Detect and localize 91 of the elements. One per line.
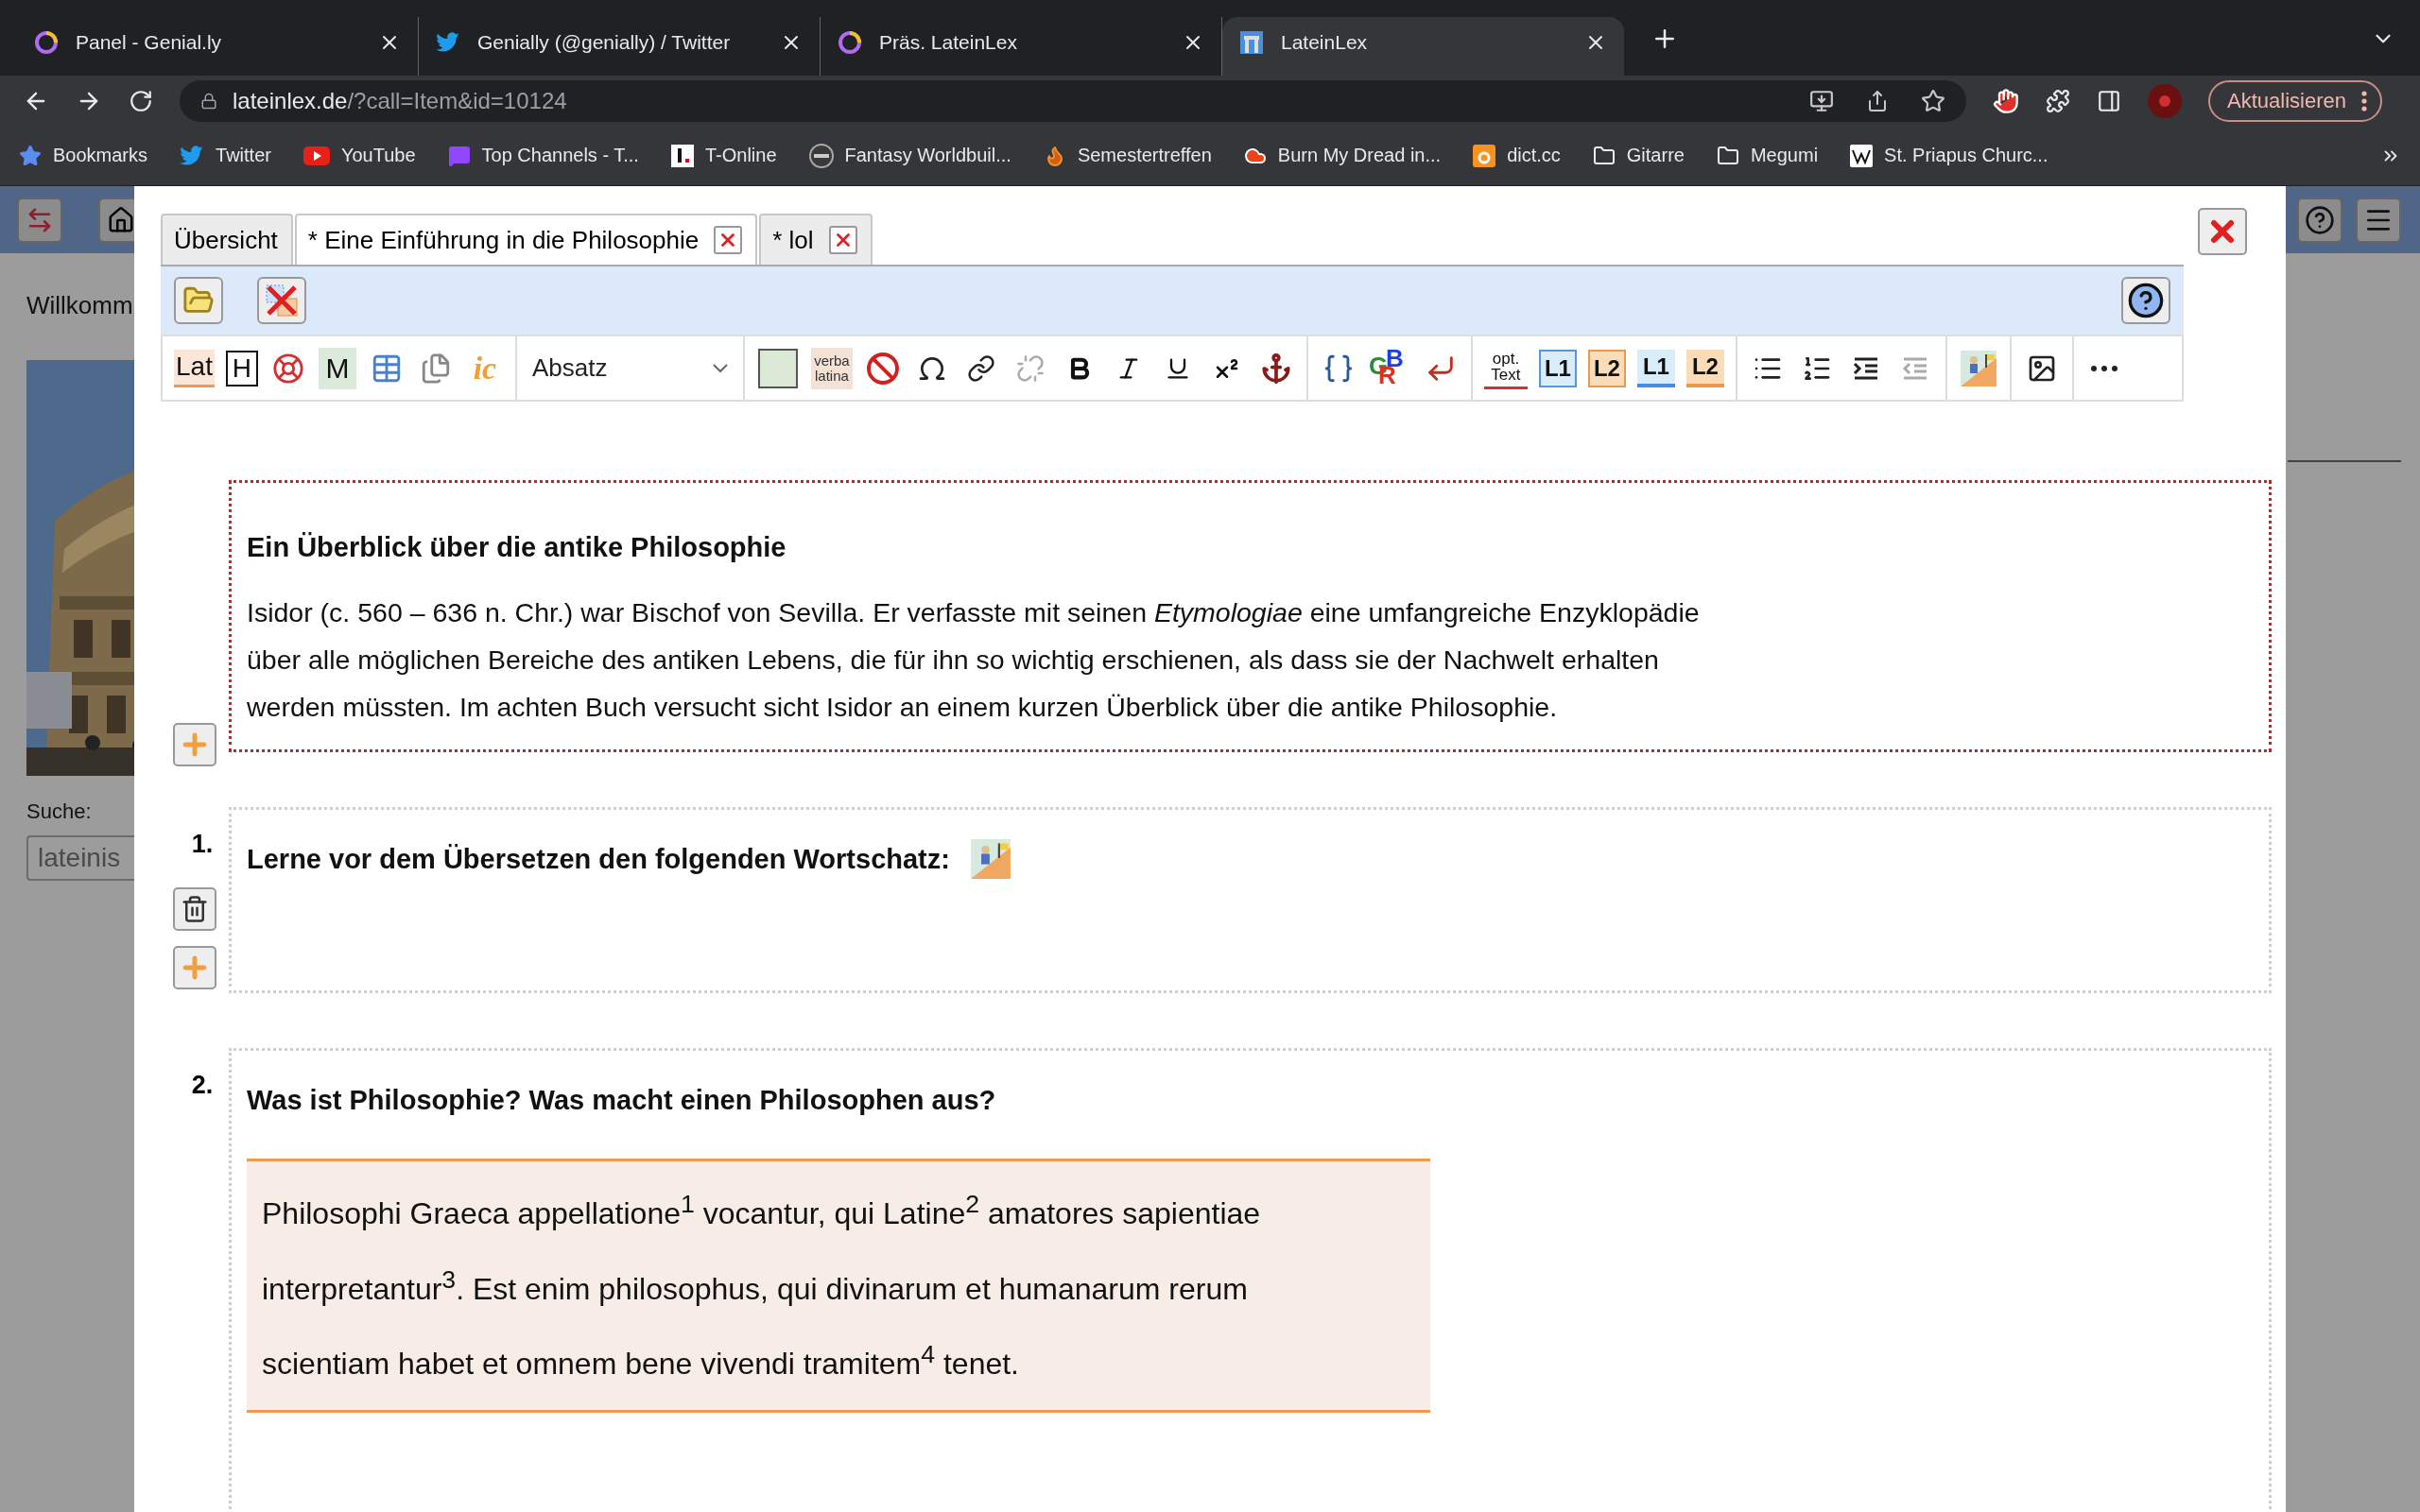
section-title: Ein Überblick über die antike Philosophie [247, 531, 786, 563]
climber-icon [1960, 350, 1996, 387]
trash-icon [181, 895, 209, 923]
bookmark[interactable]: Fantasy Worldbuil... [808, 143, 1011, 168]
close-button[interactable] [2198, 208, 2247, 255]
ring-icon [34, 30, 59, 55]
task-title: Lerne vor dem Übersetzen den folgenden Wortschatz: [247, 843, 950, 875]
verba-latina-button[interactable]: verba latina [810, 347, 853, 389]
address-field[interactable]: lateinlex.de/?call=Item&id=10124 [180, 79, 1966, 122]
site-icon [1239, 30, 1264, 55]
color-button[interactable] [755, 347, 800, 389]
more-icon [2360, 90, 2367, 112]
reload-icon[interactable] [129, 88, 153, 113]
bookmark[interactable]: YouTube [302, 145, 416, 166]
bookmark[interactable]: dict.cc [1473, 144, 1561, 167]
level-button[interactable]: L2 [1587, 349, 1626, 387]
climber-icon[interactable] [970, 839, 1011, 879]
editor-tab[interactable]: * lol [759, 214, 873, 265]
lat-button[interactable]: Lat [174, 349, 215, 387]
bookmark[interactable]: Top Channels - T... [447, 144, 639, 167]
tab-title: Genially (@genially) / Twitter [477, 31, 732, 54]
color-swatch [757, 348, 798, 388]
editor-tab[interactable]: * Eine Einführung in die Philosophie [294, 214, 758, 265]
task-title: Was ist Philosophie? Was macht einen Philosophen aus? [247, 1084, 996, 1116]
house-icon [107, 205, 135, 234]
lock-icon [200, 92, 217, 110]
crossed-out-icon [263, 282, 301, 319]
help-button[interactable] [2297, 197, 2342, 243]
task-number: 1. [191, 830, 214, 859]
ring-icon [838, 30, 862, 55]
anchor-icon [1259, 352, 1292, 385]
lifebuoy-icon [271, 352, 304, 385]
welcome-heading: Willkomm [26, 291, 133, 320]
bookmark[interactable]: St. Priapus Churc... [1850, 144, 2048, 167]
close-tab-icon[interactable] [714, 226, 743, 254]
task-number: 2. [191, 1071, 214, 1100]
badge-icon [808, 143, 834, 168]
ellipsis-icon [2090, 365, 2118, 371]
unlink-icon [1015, 353, 1045, 383]
help-icon [2127, 282, 2165, 319]
square-icon [670, 144, 694, 167]
star-icon[interactable] [1921, 88, 1945, 113]
bookmark[interactable]: Bookmarks [19, 144, 148, 167]
level-button[interactable]: L1 [1538, 349, 1577, 387]
swap-button[interactable] [17, 197, 62, 243]
link-icon [966, 353, 995, 383]
hand-icon[interactable] [1993, 87, 2019, 114]
bird-icon [436, 32, 460, 53]
bookmark[interactable]: Gitarre [1592, 144, 1685, 167]
optional-text-button[interactable]: opt. Text [1483, 347, 1528, 389]
share-icon[interactable] [1866, 89, 1889, 112]
chat-icon [447, 144, 471, 167]
bookmark[interactable]: Twitter [180, 145, 271, 166]
menu-button[interactable] [2356, 197, 2401, 243]
chevron-icon [712, 363, 728, 373]
remove-button[interactable] [257, 277, 306, 324]
open-button[interactable] [174, 277, 223, 324]
delete-button[interactable] [173, 887, 216, 931]
editor-tab[interactable]: Übersicht [161, 214, 293, 265]
browser-tab[interactable]: LateinLex [1222, 17, 1624, 76]
wiki-icon [1850, 144, 1874, 167]
heading-button[interactable]: H [225, 350, 258, 387]
star-icon [19, 144, 42, 167]
section-paragraph: Isidor (c. 560 – 636 n. Chr.) war Bischof von Sevilla. Er verfasste mit seinen Etymologiae eine umfangreiche Enzyklopädie über alle möglichen Bereiche des antiken Lebens, die für ihn so wichtig erschienen, als dass sie der Nachwelt erhalten werden müssten. Im achten Buch versucht sicht Isidor an einem kurzen Überblick über die antike Philosophie. [247, 596, 1701, 724]
folder-icon [1592, 144, 1616, 167]
bookmark[interactable]: Megumi [1716, 144, 1819, 167]
folder-icon [1716, 144, 1739, 167]
help-button[interactable] [2121, 277, 2170, 324]
bookmark[interactable]: Burn My Dread in... [1243, 144, 1442, 167]
search-label: Suche: [26, 799, 92, 824]
avatar-icon[interactable] [2148, 83, 2182, 118]
tile-icon [1473, 144, 1496, 167]
help-icon [2305, 204, 2335, 235]
tab-title: LateinLex [1281, 31, 1369, 54]
m-button[interactable]: M [318, 347, 356, 389]
close-tab-icon[interactable] [828, 226, 857, 254]
latin-text: Philosophi Graeca appellatione$^{1}$ vocantur, qui Latine$^{2}$ amatores sapientiae interpretantur$^{3}$. Est enim philosophus, qui divinarum et humanarum rerum scientiam habet et omnem bene vivendi tramitem$^{4}$ tenet. [262, 1189, 1262, 1383]
level-button[interactable]: L2 [1685, 349, 1724, 387]
bookmark[interactable]: Semestertreffen [1043, 144, 1212, 167]
tab-title: Panel - Genial.ly [76, 31, 223, 54]
url-text: lateinlex.de/?call=Item&id=10124 [233, 87, 567, 114]
play-icon [302, 146, 330, 165]
ban-icon [865, 351, 900, 386]
install-icon[interactable] [1809, 88, 1834, 113]
puzzle-icon[interactable] [2046, 88, 2070, 113]
update-button[interactable]: Aktualisieren [2208, 79, 2382, 122]
bookmark[interactable]: T-Online [670, 144, 777, 167]
bird-icon [180, 145, 205, 166]
panel-icon[interactable] [2097, 88, 2121, 113]
tab-title: Präs. LateinLex [879, 31, 1018, 54]
level-button[interactable]: L1 [1636, 349, 1675, 387]
